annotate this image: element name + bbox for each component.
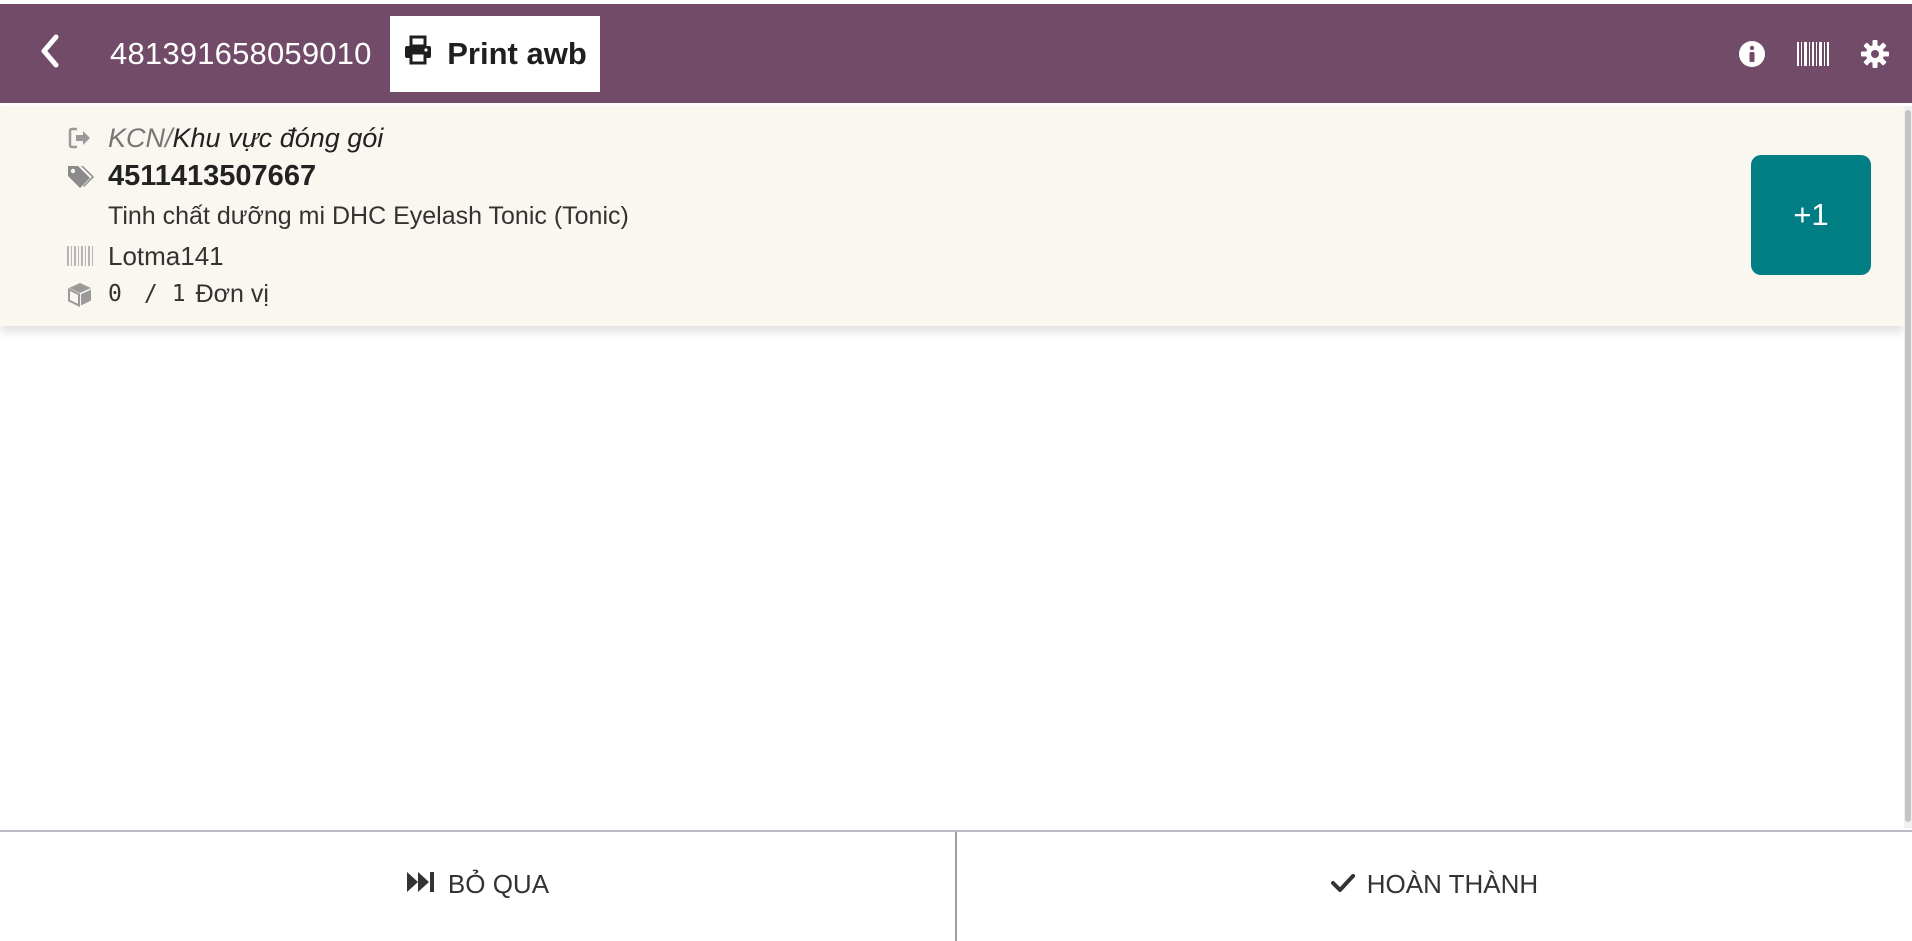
footer-action-bar: BỎ QUA HOÀN THÀNH xyxy=(0,830,1912,941)
product-row: 4511413507667 xyxy=(66,158,316,194)
barcode-icon[interactable] xyxy=(1796,40,1830,68)
skip-button[interactable]: BỎ QUA xyxy=(0,832,957,941)
quantity-done: 0 xyxy=(108,281,122,307)
sign-out-icon xyxy=(66,124,94,152)
location-row: KCN / Khu vực đóng gói xyxy=(66,120,383,156)
validate-button[interactable]: HOÀN THÀNH xyxy=(957,832,1912,941)
skip-label: BỎ QUA xyxy=(447,869,550,899)
print-awb-button[interactable]: Print awb xyxy=(390,16,600,92)
quantity-demand: 1 xyxy=(171,281,186,307)
source-location: KCN xyxy=(108,122,166,153)
quantity-row: 0 / 1 Đơn vị xyxy=(66,276,269,312)
gear-icon[interactable] xyxy=(1860,39,1890,69)
barcode-picking-screen: 481391658059010 Print awb KCN / Khu vực … xyxy=(0,0,1912,941)
move-line-card[interactable]: KCN / Khu vực đóng gói 4511413507667 Tinh … xyxy=(0,106,1904,326)
cube-icon xyxy=(66,280,94,308)
fast-forward-icon xyxy=(406,869,436,900)
validate-label: HOÀN THÀNH xyxy=(1366,869,1539,899)
top-navbar: 481391658059010 Print awb xyxy=(0,4,1912,103)
product-code: 4511413507667 xyxy=(108,159,317,192)
lot-row: Lotma141 xyxy=(66,238,224,274)
increment-quantity-button[interactable]: +1 xyxy=(1751,155,1871,275)
lot-number: Lotma141 xyxy=(108,240,224,271)
quantity-unit: Đơn vị xyxy=(195,279,269,308)
print-icon xyxy=(403,35,433,73)
back-button[interactable] xyxy=(32,30,68,76)
picking-reference: 481391658059010 xyxy=(110,35,372,71)
location-separator: / xyxy=(165,122,173,153)
product-name: Tinh chất dưỡng mi DHC Eyelash Tonic (To… xyxy=(108,201,629,230)
barcode-icon xyxy=(66,242,94,270)
destination-location: Khu vực đóng gói xyxy=(172,122,384,153)
info-icon[interactable] xyxy=(1738,40,1766,68)
check-icon xyxy=(1330,869,1355,900)
print-awb-label: Print awb xyxy=(447,36,587,71)
scrollbar-thumb[interactable] xyxy=(1905,110,1911,822)
navbar-actions xyxy=(1738,4,1890,103)
chevron-left-icon xyxy=(39,34,61,73)
tags-icon xyxy=(66,162,94,190)
quantity-separator: / xyxy=(143,281,158,307)
